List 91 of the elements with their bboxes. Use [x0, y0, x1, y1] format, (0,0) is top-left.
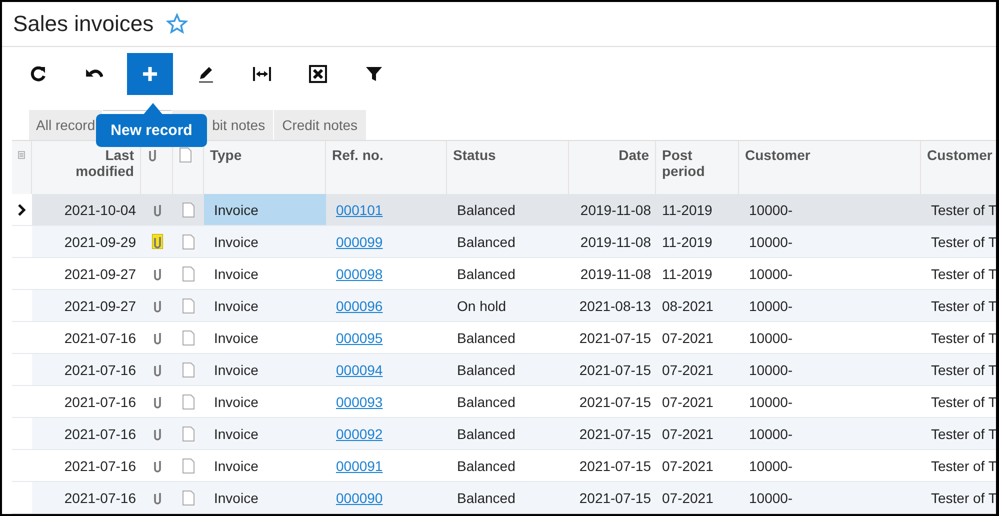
document-icon: [182, 490, 195, 506]
document-icon: [182, 426, 195, 442]
document-icon: [182, 266, 195, 282]
table-cell: 2021-07-15: [579, 362, 651, 378]
table-cell: Balanced: [457, 458, 516, 474]
table-cell: 10000-: [749, 490, 793, 506]
table-cell: 2021-07-16: [64, 330, 136, 346]
table-cell: 2021-07-16: [64, 490, 136, 506]
table-cell: 10000-: [749, 394, 793, 410]
reference-link[interactable]: 000096: [336, 298, 383, 314]
table-cell: 2021-09-29: [64, 234, 136, 250]
document-icon: [179, 147, 192, 163]
table-cell: 2021-07-15: [579, 394, 651, 410]
refresh-icon: [28, 64, 48, 84]
table-cell: 2019-11-08: [580, 266, 651, 282]
reference-link[interactable]: 000095: [336, 330, 383, 346]
document-icon: [182, 298, 195, 314]
table-cell: 10000-: [749, 266, 793, 282]
column-header[interactable]: Ref. no.: [332, 147, 384, 163]
table-cell: 2021-09-27: [64, 298, 136, 314]
table-cell: 2021-07-16: [64, 458, 136, 474]
undo-icon: [85, 68, 103, 80]
table-cell: Invoice: [204, 194, 326, 226]
table-cell: 2019-11-08: [580, 202, 651, 218]
table-cell: 2021-07-15: [579, 458, 651, 474]
table-cell: On hold: [457, 298, 506, 314]
reference-link[interactable]: 000098: [336, 266, 383, 282]
table-cell: Balanced: [457, 330, 516, 346]
star-icon[interactable]: [166, 13, 188, 36]
table-cell: 11-2019: [662, 234, 712, 250]
table-cell: Balanced: [457, 266, 516, 282]
document-icon: [182, 234, 195, 250]
table-cell: 10000-: [749, 234, 793, 250]
table-cell: 2021-07-15: [579, 490, 651, 506]
table-cell: 11-2019: [662, 202, 712, 218]
table-cell: 2021-07-16: [64, 394, 136, 410]
column-header[interactable]: Customer: [745, 147, 810, 163]
table-cell: 2021-07-16: [64, 426, 136, 442]
table-cell: 10000-: [749, 362, 793, 378]
table-cell: 07-2021: [662, 490, 714, 506]
document-icon: [182, 202, 195, 218]
table-cell: Balanced: [457, 234, 516, 250]
document-icon: [182, 458, 195, 474]
column-header[interactable]: Status: [453, 147, 496, 163]
table-cell: Balanced: [457, 362, 516, 378]
table-cell: 10000-: [749, 458, 793, 474]
reference-link[interactable]: 000101: [336, 202, 383, 218]
table-cell: 2019-11-08: [580, 234, 651, 250]
paperclip-icon: [147, 147, 158, 162]
column-header[interactable]: Date: [618, 147, 649, 163]
page-title: Sales invoices: [13, 11, 154, 38]
reference-link[interactable]: 000099: [336, 234, 383, 250]
reference-link[interactable]: 000093: [336, 394, 383, 410]
table-cell: 2021-07-16: [64, 362, 136, 378]
table-cell: Balanced: [457, 202, 516, 218]
excel-icon: [308, 64, 328, 84]
table-cell: Invoice: [204, 354, 326, 386]
column-header[interactable]: Type: [210, 147, 242, 163]
table-cell: Balanced: [457, 490, 516, 506]
table-cell: 07-2021: [662, 362, 714, 378]
table-cell: 07-2021: [662, 426, 714, 442]
document-icon: [182, 330, 195, 346]
table-cell: 2021-09-27: [64, 266, 136, 282]
tab[interactable]: Credit notes: [274, 110, 367, 140]
table-cell: 07-2021: [662, 330, 714, 346]
reference-link[interactable]: 000092: [336, 426, 383, 442]
table-cell: 10000-: [749, 202, 793, 218]
table-cell: 10000-: [749, 330, 793, 346]
table-cell: Invoice: [204, 418, 326, 450]
table-cell: Balanced: [457, 426, 516, 442]
reference-link[interactable]: 000091: [336, 458, 383, 474]
table-cell: 10000-: [749, 298, 793, 314]
table-cell: 11-2019: [662, 266, 712, 282]
document-icon: [182, 362, 195, 378]
table-cell: Invoice: [204, 226, 326, 258]
document-icon: [182, 394, 195, 410]
table-cell: 08-2021: [662, 298, 714, 314]
table-cell: 07-2021: [662, 458, 714, 474]
table-cell: 10000-: [749, 426, 793, 442]
table-cell: 2021-07-15: [579, 330, 651, 346]
table-cell: Balanced: [457, 394, 516, 410]
table-cell: Invoice: [204, 290, 326, 322]
reference-link[interactable]: 000090: [336, 490, 383, 506]
table-cell: 2021-08-13: [579, 298, 651, 314]
table-cell: Invoice: [204, 482, 326, 514]
add-button[interactable]: [127, 52, 173, 95]
reference-link[interactable]: 000094: [336, 362, 383, 378]
table-cell: 2021-10-04: [64, 202, 136, 218]
table-cell: 07-2021: [662, 394, 714, 410]
tab[interactable]: All record: [29, 110, 104, 140]
table-cell: 2021-07-15: [579, 426, 651, 442]
